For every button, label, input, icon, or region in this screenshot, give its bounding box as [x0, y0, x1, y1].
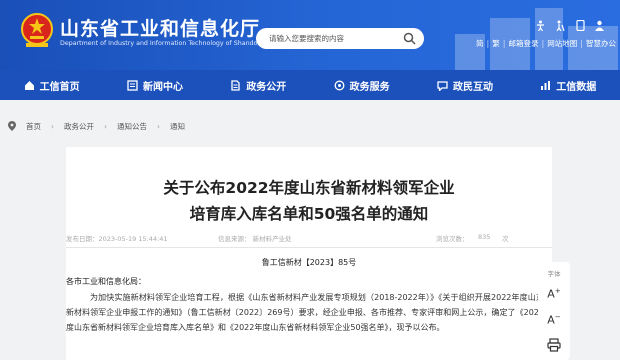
elder-mode-icon[interactable]: [555, 20, 566, 31]
search-box[interactable]: [256, 28, 424, 49]
font-decrease-label: A: [547, 313, 555, 327]
site-header: 山东省工业和信息化厅 Department of Industry and In…: [0, 0, 620, 70]
breadcrumb-gov-affairs[interactable]: 政务公开: [64, 121, 94, 132]
breadcrumb-separator: ›: [51, 121, 54, 131]
nav-item-home[interactable]: 工信首页: [0, 70, 103, 100]
document-number: 鲁工信新材【2023】85号: [261, 258, 357, 267]
article-body: 为加快实施新材料领军企业培育工程，根据《山东省新材料产业发展专项规划（2018-…: [66, 293, 552, 332]
breadcrumb: 首页 › 政务公开 › 通知公告 › 通知: [0, 116, 620, 136]
nav-item-label: 工信数据: [556, 81, 597, 93]
simplified-chinese-link[interactable]: 简: [476, 38, 484, 49]
data-icon: [541, 80, 551, 90]
header-links: 简 | 繁 | 邮箱登录 | 网站地图 | 智慧办公: [476, 38, 616, 49]
article-title-line: 培育库入库名单和50强名单的通知: [189, 205, 429, 223]
news-icon: [127, 79, 138, 91]
font-increase-label: A: [547, 287, 555, 301]
nav-item-label: 政务服务: [349, 81, 390, 93]
site-title[interactable]: 山东省工业和信息化厅: [60, 14, 260, 41]
divider: |: [541, 39, 545, 48]
nav-item-gov-affairs[interactable]: 政务公开: [207, 70, 310, 100]
nav-item-label: 新闻中心: [142, 81, 183, 93]
breadcrumb-separator: ›: [157, 121, 160, 131]
article-title-line: 关于公布2022年度山东省新材料领军企业: [163, 179, 455, 197]
service-icon: [334, 80, 345, 90]
divider: |: [486, 39, 490, 48]
nav-item-label: 政民互动: [452, 81, 493, 93]
font-increase-button[interactable]: A+: [545, 282, 563, 301]
views-label: 浏览次数：: [436, 235, 469, 243]
location-icon: [8, 121, 16, 131]
user-icon[interactable]: [594, 20, 605, 31]
divider: [66, 247, 552, 248]
accessibility-icon[interactable]: [535, 20, 546, 31]
nav-item-news[interactable]: 新闻中心: [103, 70, 206, 100]
national-emblem-icon[interactable]: [20, 10, 54, 50]
nav-item-label: 工信首页: [39, 81, 80, 93]
nav-item-services[interactable]: 政务服务: [310, 70, 413, 100]
unit-label: 次: [502, 235, 509, 243]
mobile-icon[interactable]: [576, 20, 585, 31]
article-card: 关于公布2022年度山东省新材料领军企业 培育库入库名单和50强名单的通知 发布…: [66, 147, 552, 360]
search-icon[interactable]: [403, 32, 416, 45]
nav-item-data[interactable]: 工信数据: [517, 70, 620, 100]
breadcrumb-home[interactable]: 首页: [26, 121, 41, 132]
email-login-link[interactable]: 邮箱登录: [509, 38, 539, 49]
document-icon: [231, 79, 240, 91]
font-size-label: 字体: [547, 270, 561, 278]
site-map-link[interactable]: 网站地图: [547, 38, 577, 49]
font-decrease-button[interactable]: A−: [545, 308, 563, 327]
breadcrumb-separator: ›: [104, 121, 107, 131]
accessibility-tools: [530, 20, 610, 31]
print-icon[interactable]: [547, 338, 561, 352]
traditional-chinese-link[interactable]: 繁: [492, 38, 500, 49]
font-size-tools: 字体 A+ A−: [538, 262, 570, 360]
main-nav: 工信首页 新闻中心 政务公开 政务服务 政民互动 工信数据: [0, 70, 620, 100]
nav-item-interaction[interactable]: 政民互动: [413, 70, 516, 100]
home-icon: [24, 80, 34, 90]
search-input[interactable]: [269, 28, 399, 49]
salutation: 各市工业和信息化局：: [66, 277, 146, 286]
info-source: 信息来源： 新材料产业处: [218, 235, 292, 243]
breadcrumb-notices[interactable]: 通知公告: [117, 121, 147, 132]
publish-date: 发布日期：2023-05-19 15:44:41: [66, 235, 168, 243]
nav-item-label: 政务公开: [246, 81, 287, 93]
chat-icon: [437, 80, 448, 91]
breadcrumb-notice[interactable]: 通知: [170, 121, 185, 132]
article-meta: 发布日期：2023-05-19 15:44:41 信息来源： 新材料产业处 浏览…: [66, 233, 552, 243]
article-title: 关于公布2022年度山东省新材料领军企业 培育库入库名单和50强名单的通知: [66, 175, 552, 227]
divider: |: [580, 39, 583, 48]
smart-office-link[interactable]: 智慧办公: [586, 38, 616, 49]
view-count: 835: [478, 233, 491, 241]
divider: |: [502, 39, 506, 48]
